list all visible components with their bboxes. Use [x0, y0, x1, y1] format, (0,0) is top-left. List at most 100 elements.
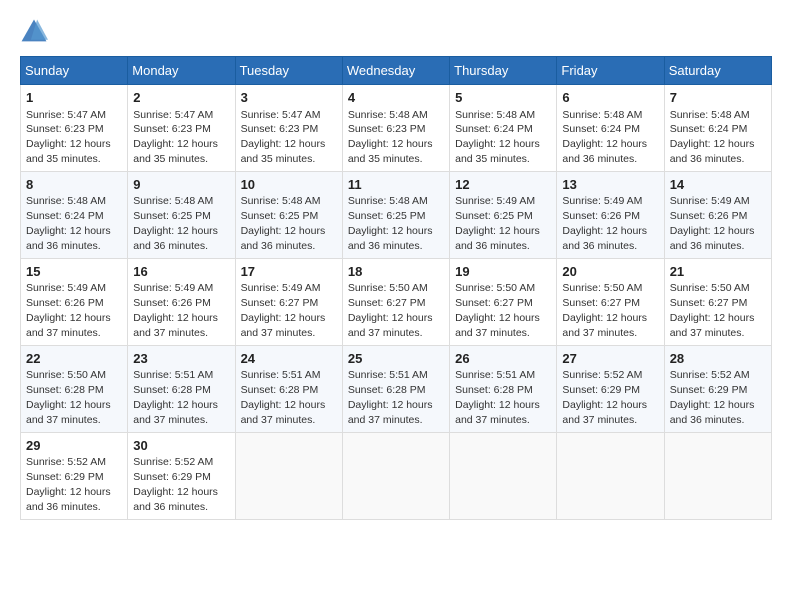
day-info: Sunrise: 5:47 AMSunset: 6:23 PMDaylight:…	[133, 109, 218, 166]
day-number: 19	[455, 263, 551, 281]
day-info: Sunrise: 5:48 AMSunset: 6:25 PMDaylight:…	[241, 195, 326, 252]
day-info: Sunrise: 5:49 AMSunset: 6:26 PMDaylight:…	[562, 195, 647, 252]
calendar-cell: 16 Sunrise: 5:49 AMSunset: 6:26 PMDaylig…	[128, 258, 235, 345]
calendar-cell: 29 Sunrise: 5:52 AMSunset: 6:29 PMDaylig…	[21, 432, 128, 519]
day-number: 25	[348, 350, 444, 368]
calendar-cell: 11 Sunrise: 5:48 AMSunset: 6:25 PMDaylig…	[342, 171, 449, 258]
calendar-cell: 3 Sunrise: 5:47 AMSunset: 6:23 PMDayligh…	[235, 85, 342, 172]
day-info: Sunrise: 5:48 AMSunset: 6:25 PMDaylight:…	[348, 195, 433, 252]
day-number: 7	[670, 89, 766, 107]
calendar-week-row: 22 Sunrise: 5:50 AMSunset: 6:28 PMDaylig…	[21, 345, 772, 432]
calendar-week-row: 15 Sunrise: 5:49 AMSunset: 6:26 PMDaylig…	[21, 258, 772, 345]
day-info: Sunrise: 5:48 AMSunset: 6:24 PMDaylight:…	[26, 195, 111, 252]
calendar-cell: 4 Sunrise: 5:48 AMSunset: 6:23 PMDayligh…	[342, 85, 449, 172]
calendar-cell: 8 Sunrise: 5:48 AMSunset: 6:24 PMDayligh…	[21, 171, 128, 258]
calendar-day-header: Tuesday	[235, 57, 342, 85]
day-info: Sunrise: 5:47 AMSunset: 6:23 PMDaylight:…	[26, 109, 111, 166]
calendar-cell: 22 Sunrise: 5:50 AMSunset: 6:28 PMDaylig…	[21, 345, 128, 432]
day-number: 23	[133, 350, 229, 368]
day-number: 27	[562, 350, 658, 368]
calendar-cell: 12 Sunrise: 5:49 AMSunset: 6:25 PMDaylig…	[450, 171, 557, 258]
calendar-cell	[557, 432, 664, 519]
calendar-cell: 17 Sunrise: 5:49 AMSunset: 6:27 PMDaylig…	[235, 258, 342, 345]
day-number: 13	[562, 176, 658, 194]
day-number: 17	[241, 263, 337, 281]
day-number: 20	[562, 263, 658, 281]
day-info: Sunrise: 5:51 AMSunset: 6:28 PMDaylight:…	[455, 369, 540, 426]
calendar-cell: 14 Sunrise: 5:49 AMSunset: 6:26 PMDaylig…	[664, 171, 771, 258]
header	[20, 18, 772, 46]
calendar-cell: 9 Sunrise: 5:48 AMSunset: 6:25 PMDayligh…	[128, 171, 235, 258]
day-info: Sunrise: 5:52 AMSunset: 6:29 PMDaylight:…	[670, 369, 755, 426]
page: SundayMondayTuesdayWednesdayThursdayFrid…	[0, 0, 792, 612]
day-info: Sunrise: 5:52 AMSunset: 6:29 PMDaylight:…	[562, 369, 647, 426]
day-number: 12	[455, 176, 551, 194]
calendar-day-header: Wednesday	[342, 57, 449, 85]
calendar-cell	[450, 432, 557, 519]
calendar-cell: 30 Sunrise: 5:52 AMSunset: 6:29 PMDaylig…	[128, 432, 235, 519]
calendar-day-header: Saturday	[664, 57, 771, 85]
day-number: 22	[26, 350, 122, 368]
day-info: Sunrise: 5:48 AMSunset: 6:24 PMDaylight:…	[670, 109, 755, 166]
day-info: Sunrise: 5:51 AMSunset: 6:28 PMDaylight:…	[348, 369, 433, 426]
calendar-cell: 13 Sunrise: 5:49 AMSunset: 6:26 PMDaylig…	[557, 171, 664, 258]
calendar-header-row: SundayMondayTuesdayWednesdayThursdayFrid…	[21, 57, 772, 85]
day-number: 5	[455, 89, 551, 107]
day-number: 24	[241, 350, 337, 368]
day-info: Sunrise: 5:48 AMSunset: 6:23 PMDaylight:…	[348, 109, 433, 166]
calendar-cell: 23 Sunrise: 5:51 AMSunset: 6:28 PMDaylig…	[128, 345, 235, 432]
calendar-cell: 2 Sunrise: 5:47 AMSunset: 6:23 PMDayligh…	[128, 85, 235, 172]
calendar-cell: 19 Sunrise: 5:50 AMSunset: 6:27 PMDaylig…	[450, 258, 557, 345]
calendar-cell	[235, 432, 342, 519]
calendar-cell: 7 Sunrise: 5:48 AMSunset: 6:24 PMDayligh…	[664, 85, 771, 172]
day-info: Sunrise: 5:50 AMSunset: 6:27 PMDaylight:…	[455, 282, 540, 339]
day-info: Sunrise: 5:49 AMSunset: 6:26 PMDaylight:…	[670, 195, 755, 252]
day-number: 16	[133, 263, 229, 281]
day-number: 10	[241, 176, 337, 194]
day-number: 14	[670, 176, 766, 194]
day-number: 28	[670, 350, 766, 368]
day-info: Sunrise: 5:51 AMSunset: 6:28 PMDaylight:…	[133, 369, 218, 426]
day-number: 6	[562, 89, 658, 107]
calendar-cell: 18 Sunrise: 5:50 AMSunset: 6:27 PMDaylig…	[342, 258, 449, 345]
calendar-cell: 21 Sunrise: 5:50 AMSunset: 6:27 PMDaylig…	[664, 258, 771, 345]
day-info: Sunrise: 5:50 AMSunset: 6:28 PMDaylight:…	[26, 369, 111, 426]
day-info: Sunrise: 5:49 AMSunset: 6:26 PMDaylight:…	[133, 282, 218, 339]
day-info: Sunrise: 5:52 AMSunset: 6:29 PMDaylight:…	[26, 456, 111, 513]
calendar-cell	[664, 432, 771, 519]
calendar-cell: 28 Sunrise: 5:52 AMSunset: 6:29 PMDaylig…	[664, 345, 771, 432]
calendar-day-header: Friday	[557, 57, 664, 85]
calendar-cell: 25 Sunrise: 5:51 AMSunset: 6:28 PMDaylig…	[342, 345, 449, 432]
day-number: 26	[455, 350, 551, 368]
day-info: Sunrise: 5:47 AMSunset: 6:23 PMDaylight:…	[241, 109, 326, 166]
day-number: 21	[670, 263, 766, 281]
day-info: Sunrise: 5:49 AMSunset: 6:27 PMDaylight:…	[241, 282, 326, 339]
calendar-cell: 15 Sunrise: 5:49 AMSunset: 6:26 PMDaylig…	[21, 258, 128, 345]
calendar-cell: 1 Sunrise: 5:47 AMSunset: 6:23 PMDayligh…	[21, 85, 128, 172]
calendar-table: SundayMondayTuesdayWednesdayThursdayFrid…	[20, 56, 772, 520]
day-number: 1	[26, 89, 122, 107]
day-number: 9	[133, 176, 229, 194]
day-number: 29	[26, 437, 122, 455]
calendar-cell: 10 Sunrise: 5:48 AMSunset: 6:25 PMDaylig…	[235, 171, 342, 258]
day-info: Sunrise: 5:48 AMSunset: 6:24 PMDaylight:…	[455, 109, 540, 166]
day-info: Sunrise: 5:49 AMSunset: 6:25 PMDaylight:…	[455, 195, 540, 252]
day-number: 11	[348, 176, 444, 194]
day-number: 18	[348, 263, 444, 281]
calendar-day-header: Monday	[128, 57, 235, 85]
day-info: Sunrise: 5:50 AMSunset: 6:27 PMDaylight:…	[562, 282, 647, 339]
calendar-cell: 26 Sunrise: 5:51 AMSunset: 6:28 PMDaylig…	[450, 345, 557, 432]
day-info: Sunrise: 5:51 AMSunset: 6:28 PMDaylight:…	[241, 369, 326, 426]
calendar-cell: 6 Sunrise: 5:48 AMSunset: 6:24 PMDayligh…	[557, 85, 664, 172]
calendar-week-row: 1 Sunrise: 5:47 AMSunset: 6:23 PMDayligh…	[21, 85, 772, 172]
calendar-day-header: Sunday	[21, 57, 128, 85]
day-info: Sunrise: 5:48 AMSunset: 6:25 PMDaylight:…	[133, 195, 218, 252]
calendar-cell: 5 Sunrise: 5:48 AMSunset: 6:24 PMDayligh…	[450, 85, 557, 172]
day-number: 4	[348, 89, 444, 107]
day-number: 2	[133, 89, 229, 107]
calendar-cell: 27 Sunrise: 5:52 AMSunset: 6:29 PMDaylig…	[557, 345, 664, 432]
calendar-week-row: 8 Sunrise: 5:48 AMSunset: 6:24 PMDayligh…	[21, 171, 772, 258]
day-info: Sunrise: 5:49 AMSunset: 6:26 PMDaylight:…	[26, 282, 111, 339]
day-number: 3	[241, 89, 337, 107]
calendar-week-row: 29 Sunrise: 5:52 AMSunset: 6:29 PMDaylig…	[21, 432, 772, 519]
